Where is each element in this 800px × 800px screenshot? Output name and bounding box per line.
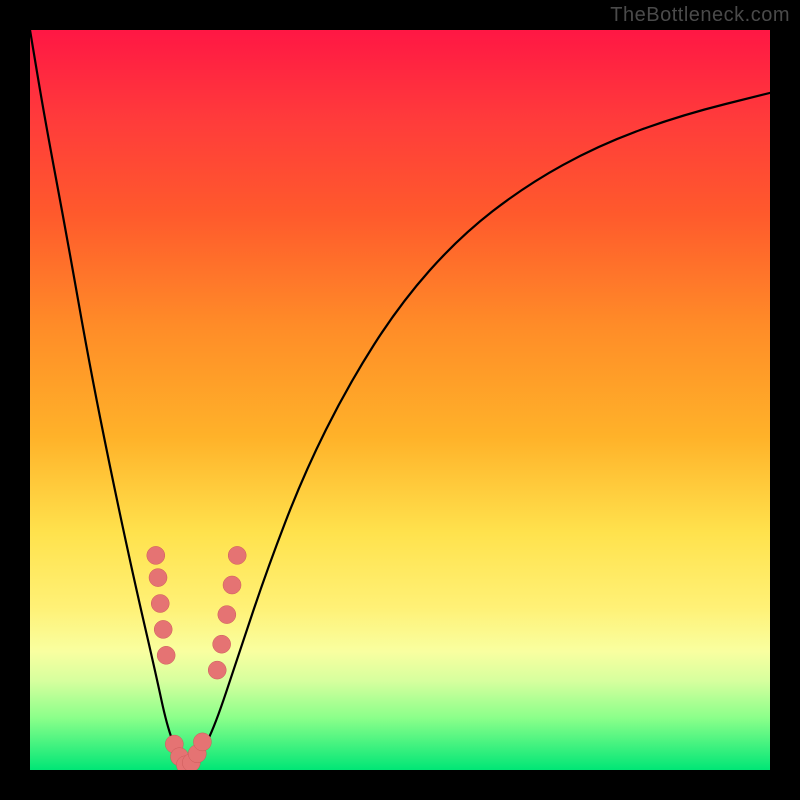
marker-dot (149, 569, 167, 587)
plot-area (30, 30, 770, 770)
bottleneck-curve (30, 30, 770, 764)
marker-dot (208, 661, 226, 679)
marker-dot (154, 620, 172, 638)
marker-dot (193, 733, 211, 751)
attribution-label: TheBottleneck.com (610, 4, 790, 27)
curve-layer (30, 30, 770, 770)
marker-dot (151, 595, 169, 613)
marker-dot (213, 635, 231, 653)
marker-group (147, 546, 246, 770)
marker-dot (228, 546, 246, 564)
marker-dot (147, 546, 165, 564)
marker-dot (223, 576, 241, 594)
chart-frame: TheBottleneck.com (0, 0, 800, 800)
marker-dot (218, 606, 236, 624)
marker-dot (157, 646, 175, 664)
